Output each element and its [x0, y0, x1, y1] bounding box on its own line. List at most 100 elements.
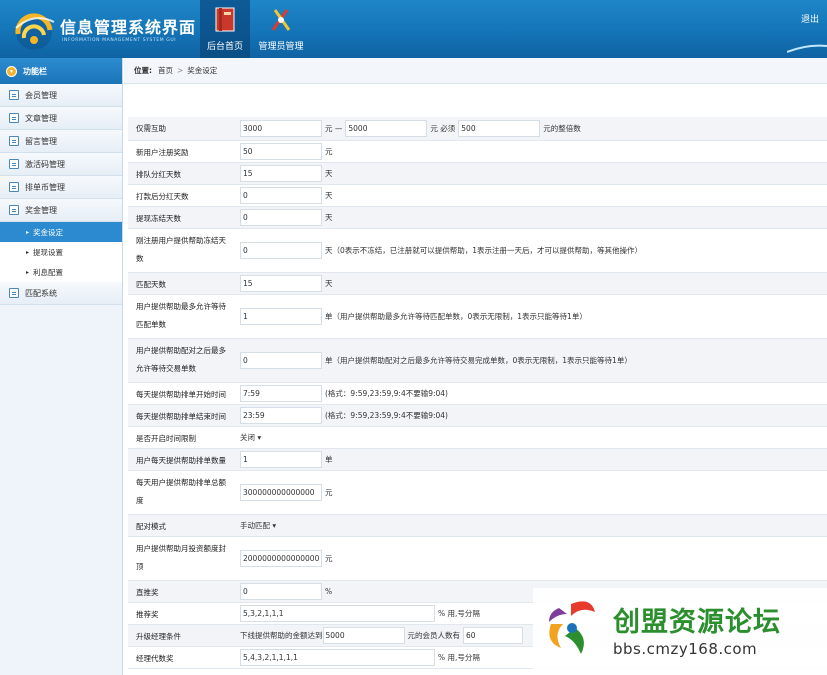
unit-text: 单（用户提供帮助配对之后最多允许等待交易完成单数，0表示无限制，1表示只能等待1… — [325, 356, 632, 365]
daily-total-input[interactable]: 300000000000000 — [240, 484, 322, 501]
form-row: 配对模式 手动匹配 ▾ — [128, 515, 827, 537]
field-label: 是否开启时间限制 — [136, 434, 196, 443]
field-label: 经理代数奖 — [136, 654, 174, 663]
edit-icon — [9, 113, 19, 123]
field-label: 新用户注册奖励 — [136, 148, 189, 157]
referral-bonus-input[interactable]: 5,3,2,1,1,1 — [240, 605, 435, 622]
sidebar-item-matching[interactable]: 匹配系统 — [0, 282, 122, 305]
sidebar-sub-label: 奖金设定 — [33, 227, 64, 237]
chevron-down-icon: ▾ — [6, 65, 17, 77]
max-wait-match-input[interactable]: 1 — [240, 308, 322, 325]
min-help-input[interactable]: 3000 — [240, 120, 322, 137]
hint-text: (格式：9:59,23:59,9:4不要输9:04) — [325, 411, 448, 420]
breadcrumb: 位置: 首页 > 奖金设定 — [124, 58, 827, 84]
form-row: 排队分红天数 15 天 — [128, 163, 827, 185]
unit-text: 元 — [325, 147, 333, 156]
sidebar-sub-label: 提现设置 — [33, 247, 64, 257]
sidebar-item-queue-coins[interactable]: 排单币管理 — [0, 176, 122, 199]
unit-text: 天（0表示不冻结，已注册就可以提供帮助，1表示注册一天后，才可以提供帮助，等其他… — [325, 246, 643, 255]
field-label: 每天提供帮助排单开始时间 — [136, 390, 226, 399]
hint-text: % 用,号分隔 — [438, 653, 480, 662]
logout-link[interactable]: 退出 — [801, 12, 819, 25]
sidebar-item-bonus[interactable]: 奖金管理 — [0, 199, 122, 222]
list-icon — [9, 90, 19, 100]
nav-home[interactable]: 后台首页 — [200, 0, 250, 58]
logo-icon — [15, 13, 55, 50]
manager-bonus-input[interactable]: 5,4,3,2,1,1,1,1 — [240, 649, 435, 666]
form-row: 用户提供帮助月投资额度封顶 2000000000000000 元 — [128, 537, 827, 581]
field-label: 直推奖 — [136, 588, 159, 597]
sidebar-sub-interest[interactable]: ▸ 利息配置 — [0, 262, 122, 282]
field-label: 每天提供帮助排单结束时间 — [136, 412, 226, 421]
unit-text: 元 必须 — [430, 124, 456, 133]
field-label: 打款后分红天数 — [136, 192, 189, 201]
sidebar-item-messages[interactable]: 留言管理 — [0, 130, 122, 153]
field-label: 仅需互助 — [136, 124, 166, 133]
new-user-freeze-input[interactable]: 0 — [240, 242, 322, 259]
upgrade-members-input[interactable]: 60 — [463, 627, 523, 644]
sidebar-sub-bonus-settings[interactable]: ▸ 奖金设定 — [0, 222, 122, 242]
app-subtitle: INFORMATION MANAGEMENT SYSTEM GUI — [62, 38, 177, 43]
form-row: 每天用户提供帮助排单总额度 300000000000000 元 — [128, 471, 827, 515]
arrow-right-icon: ▸ — [26, 228, 30, 236]
app-title: 信息管理系统界面 — [60, 18, 197, 37]
field-label: 用户提供帮助月投资额度封顶 — [136, 544, 226, 571]
monthly-cap-input[interactable]: 2000000000000000 — [240, 550, 322, 567]
sidebar-item-articles[interactable]: 文章管理 — [0, 107, 122, 130]
start-time-input[interactable]: 7:59 — [240, 385, 322, 402]
direct-bonus-input[interactable]: 0 — [240, 583, 322, 600]
unit-text: 单 — [325, 455, 333, 464]
freeze-days-input[interactable]: 0 — [240, 209, 322, 226]
field-label: 配对模式 — [136, 522, 166, 531]
list-icon — [9, 159, 19, 169]
field-label: 推荐奖 — [136, 610, 159, 619]
bonus-settings-form: 仅需互助 3000 元 — 5000 元 必须 500 元的整倍数 新用户注册奖… — [128, 117, 827, 669]
form-row: 用户提供帮助最多允许等待匹配单数 1 单（用户提供帮助最多允许等待匹配单数，0表示… — [128, 295, 827, 339]
register-reward-input[interactable]: 50 — [240, 143, 322, 160]
form-row: 提现冻结天数 0天 — [128, 207, 827, 229]
breadcrumb-separator: > — [177, 66, 184, 75]
daily-orders-input[interactable]: 1 — [240, 451, 322, 468]
nav-home-label: 后台首页 — [206, 42, 243, 52]
time-limit-select[interactable]: 关闭 ▾ — [240, 430, 261, 445]
sidebar-item-label: 文章管理 — [25, 113, 57, 123]
form-row: 打款后分红天数 0天 — [128, 185, 827, 207]
queue-days-input[interactable]: 15 — [240, 165, 322, 182]
sidebar-item-members[interactable]: 会员管理 — [0, 84, 122, 107]
field-label: 提现冻结天数 — [136, 214, 181, 223]
unit-text: % — [325, 587, 333, 596]
form-row: 用户提供帮助配对之后最多允许等待交易单数 0 单（用户提供帮助配对之后最多允许等待… — [128, 339, 827, 383]
match-days-input[interactable]: 15 — [240, 275, 322, 292]
sidebar-header: ▾ 功能栏 — [0, 58, 122, 84]
watermark-title: 创盟资源论坛 — [613, 607, 781, 638]
unit-text: 元 — [325, 554, 333, 563]
sidebar-sub-withdraw[interactable]: ▸ 提现设置 — [0, 242, 122, 262]
field-label: 用户提供帮助配对之后最多允许等待交易单数 — [136, 346, 226, 373]
list-icon — [9, 205, 19, 215]
unit-text: 天 — [325, 169, 333, 178]
watermark-url: bbs.cmzy168.com — [613, 640, 758, 658]
form-row: 用户每天提供帮助排单数量 1单 — [128, 449, 827, 471]
breadcrumb-home[interactable]: 首页 — [158, 65, 173, 76]
end-time-input[interactable]: 23:59 — [240, 407, 322, 424]
multiple-input[interactable]: 500 — [458, 120, 541, 137]
swoosh-decoration — [787, 44, 827, 53]
sidebar-item-label: 奖金管理 — [25, 205, 57, 215]
sidebar-item-activation[interactable]: 激活码管理 — [0, 153, 122, 176]
payout-days-input[interactable]: 0 — [240, 187, 322, 204]
unit-text: 单（用户提供帮助最多允许等待匹配单数，0表示无限制，1表示只能等待1单） — [325, 312, 587, 321]
nav-admin[interactable]: 管理员管理 — [254, 0, 308, 58]
max-help-input[interactable]: 5000 — [345, 120, 428, 137]
upgrade-amount-input[interactable]: 5000 — [322, 627, 405, 644]
form-row: 匹配天数 15 天 — [128, 273, 827, 295]
max-wait-trade-input[interactable]: 0 — [240, 352, 322, 369]
unit-text: 元 — — [325, 124, 343, 133]
list-icon — [9, 288, 19, 298]
unit-text: 天 — [325, 213, 333, 222]
field-label: 每天用户提供帮助排单总额度 — [136, 478, 226, 505]
match-mode-select[interactable]: 手动匹配 ▾ — [240, 518, 276, 533]
watermark-logo-icon — [549, 601, 595, 654]
top-header: 信息管理系统界面 INFORMATION MANAGEMENT SYSTEM G… — [0, 0, 827, 58]
breadcrumb-current: 奖金设定 — [187, 66, 218, 75]
form-row: 刚注册用户提供帮助冻结天数 0 天（0表示不冻结，已注册就可以提供帮助，1表示注册… — [128, 229, 827, 273]
